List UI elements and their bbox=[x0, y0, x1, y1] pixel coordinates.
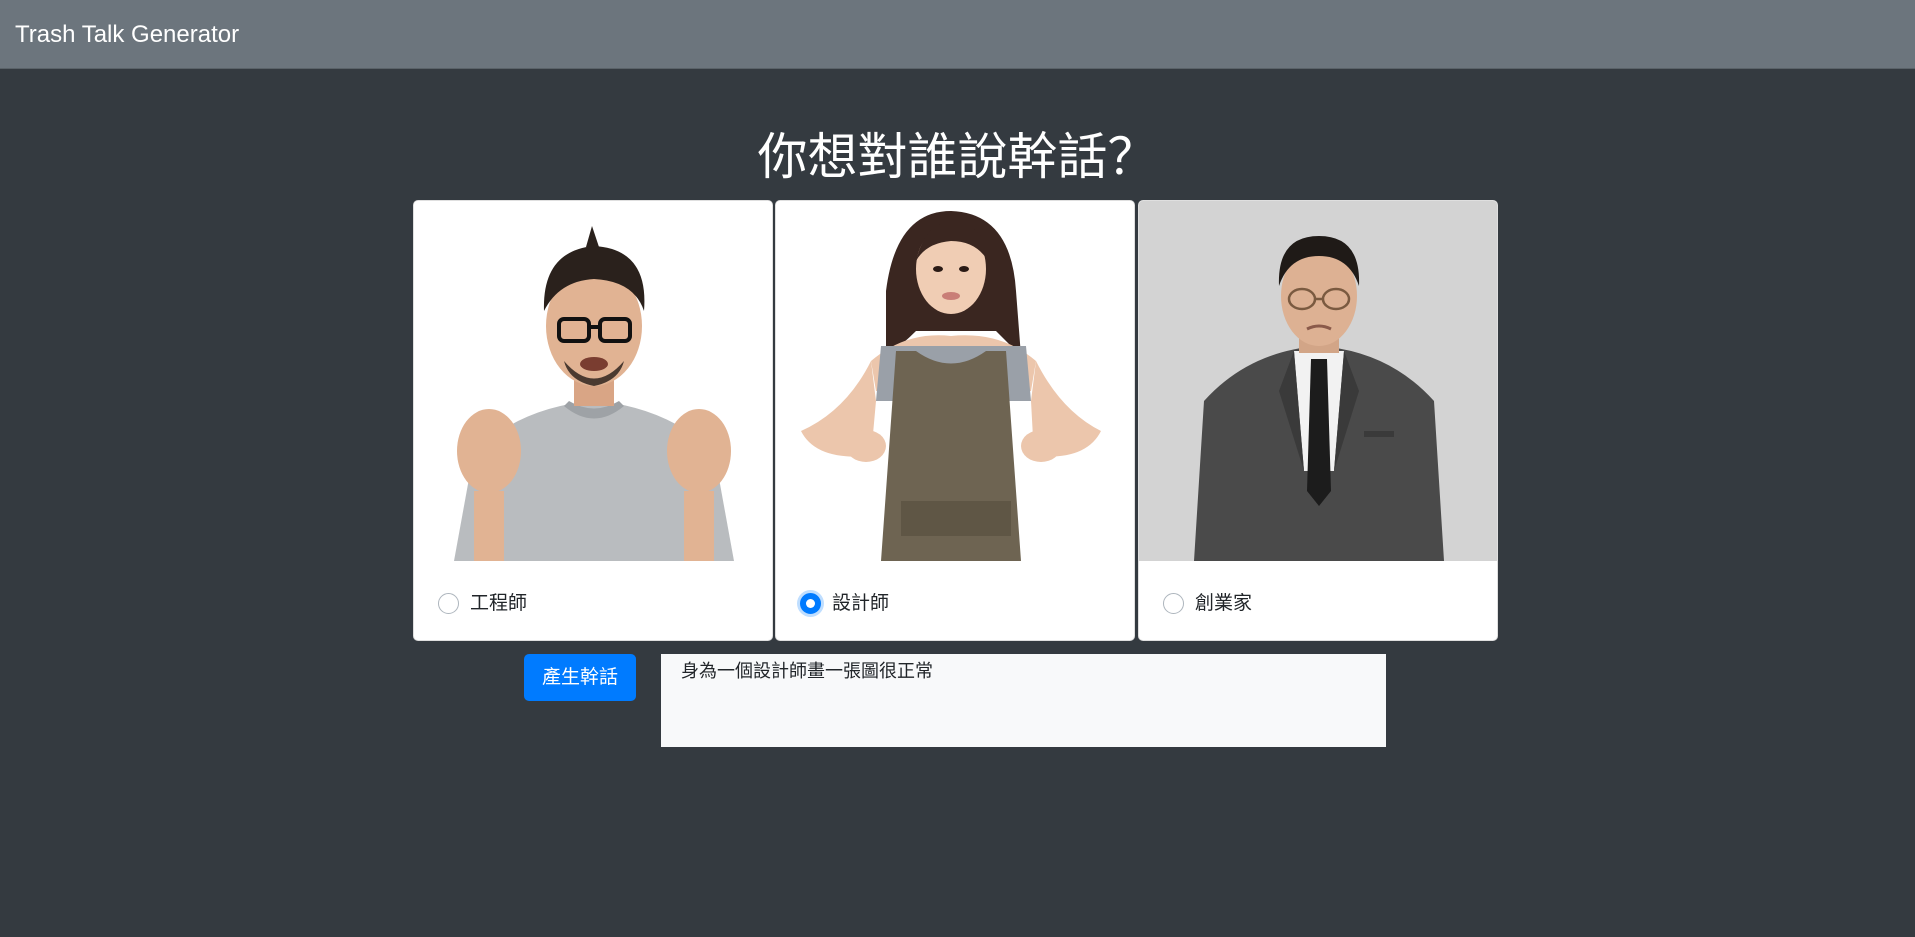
generate-button[interactable]: 產生幹話 bbox=[524, 654, 636, 701]
target-card-designer[interactable]: 設計師 bbox=[775, 200, 1135, 641]
page-title: 你想對誰說幹話？ bbox=[757, 128, 1158, 186]
radio-button-checked[interactable] bbox=[800, 592, 821, 614]
target-option-designer[interactable]: 設計師 bbox=[800, 591, 889, 615]
navbar-brand[interactable]: Trash Talk Generator bbox=[15, 20, 239, 50]
target-card-entrepreneur[interactable]: 創業家 bbox=[1138, 200, 1498, 641]
radio-label[interactable]: 工程師 bbox=[470, 591, 527, 615]
radio-label[interactable]: 創業家 bbox=[1195, 591, 1252, 615]
designer-photo bbox=[776, 201, 1134, 561]
radio-button[interactable] bbox=[1163, 592, 1184, 614]
entrepreneur-photo bbox=[1139, 201, 1497, 561]
target-card-engineer[interactable]: 工程師 bbox=[413, 200, 773, 641]
radio-label[interactable]: 設計師 bbox=[832, 591, 889, 615]
engineer-photo bbox=[414, 201, 772, 561]
trash-talk-output: 身為一個設計師畫一張圖很正常 bbox=[661, 654, 1386, 747]
target-option-entrepreneur[interactable]: 創業家 bbox=[1163, 591, 1252, 615]
radio-dot bbox=[806, 598, 815, 608]
navbar: Trash Talk Generator bbox=[0, 0, 1915, 69]
radio-button[interactable] bbox=[438, 592, 459, 614]
target-option-engineer[interactable]: 工程師 bbox=[438, 591, 527, 615]
